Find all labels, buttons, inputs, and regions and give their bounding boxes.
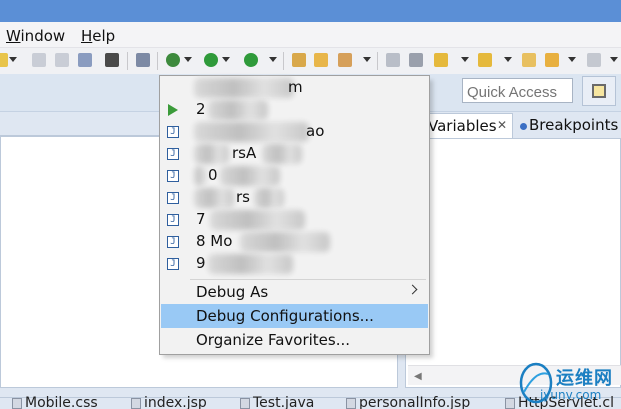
menu-help[interactable]: Help [81, 27, 115, 45]
run-icon[interactable] [204, 53, 218, 67]
external-tools-dropdown-arrow[interactable] [269, 57, 277, 62]
back-icon[interactable] [545, 53, 559, 67]
debug-history-item[interactable]: J 8 Mo [160, 231, 429, 253]
main-toolbar [0, 48, 621, 74]
breakpoint-icon [520, 123, 527, 130]
debug-history-item[interactable]: J ao [160, 121, 429, 143]
css-file-icon [12, 397, 22, 409]
debug-icon[interactable] [166, 53, 180, 67]
junit-icon: J [167, 148, 179, 160]
junit-icon: J [167, 214, 179, 226]
editor-tab[interactable]: personalInfo.jsp [346, 395, 470, 409]
class-file-icon [505, 397, 515, 409]
last-edit-icon[interactable] [522, 53, 536, 67]
debug-history-item[interactable]: J rs [160, 187, 429, 209]
grid-icon[interactable] [105, 53, 119, 67]
debug-history-item[interactable]: J 0 [160, 165, 429, 187]
edit-icon[interactable] [386, 53, 400, 67]
junit-icon: J [167, 192, 179, 204]
next-annotation-dropdown-arrow[interactable] [461, 57, 469, 62]
organize-favorites-menu-item[interactable]: Organize Favorites... [161, 328, 428, 352]
coverage-icon[interactable] [136, 53, 150, 67]
prev-annotation-dropdown-arrow[interactable] [504, 57, 512, 62]
debug-configurations-menu-item[interactable]: Debug Configurations... [161, 304, 428, 328]
forward-dropdown-arrow[interactable] [610, 57, 618, 62]
quick-access-input[interactable] [462, 78, 573, 103]
perspective-icon [592, 84, 606, 98]
debug-history-item[interactable]: m [160, 77, 429, 99]
editor-tab[interactable]: index.jsp [131, 395, 207, 409]
history-icon[interactable] [409, 53, 423, 67]
submenu-arrow-icon [407, 284, 418, 295]
run-dropdown-arrow[interactable] [222, 57, 230, 62]
print-icon[interactable] [78, 53, 92, 67]
variables-view[interactable] [405, 138, 621, 388]
open-perspective-button[interactable] [582, 76, 616, 106]
menu-bar: Window Help [0, 22, 621, 48]
java-file-icon [240, 397, 250, 409]
debug-history-item[interactable]: J 9 [160, 253, 429, 275]
prev-annotation-icon[interactable] [478, 53, 492, 67]
debug-history-item[interactable]: J 7 [160, 209, 429, 231]
debug-dropdown-arrow[interactable] [184, 57, 192, 62]
debug-history-item[interactable]: J rsA [160, 143, 429, 165]
save-icon[interactable] [32, 53, 46, 67]
open-folder-icon[interactable] [314, 53, 328, 67]
jsp-file-icon [346, 397, 356, 409]
junit-icon: J [167, 236, 179, 248]
watermark-url: iyunv.com [540, 388, 602, 402]
menu-window[interactable]: Window [6, 27, 65, 45]
save-all-icon[interactable] [55, 53, 69, 67]
external-tools-icon[interactable] [244, 53, 258, 67]
new-dropdown-arrow[interactable] [9, 57, 17, 62]
next-annotation-icon[interactable] [434, 53, 448, 67]
tab-breakpoints[interactable]: Breakpoints [516, 113, 621, 138]
scroll-left-icon[interactable]: ◀ [414, 371, 422, 382]
debug-dropdown-menu: m 2 J ao J rsA J 0 J rs J 7 J 8 Mo J 9 D… [159, 75, 430, 355]
window-title-bar [0, 0, 621, 22]
new-icon[interactable] [0, 53, 8, 67]
debug-history-item[interactable]: 2 [160, 99, 429, 121]
search-icon[interactable] [338, 53, 352, 67]
editor-tab[interactable]: Test.java [240, 395, 314, 409]
junit-icon: J [167, 258, 179, 270]
junit-icon: J [167, 170, 179, 182]
editor-tab[interactable]: Mobile.css [12, 395, 98, 409]
back-dropdown-arrow[interactable] [568, 57, 576, 62]
close-icon[interactable]: ✕ [497, 118, 507, 132]
java-application-icon [168, 104, 178, 116]
junit-icon: J [167, 126, 179, 138]
forward-icon[interactable] [587, 53, 601, 67]
search-dropdown-arrow[interactable] [363, 57, 371, 62]
jsp-file-icon [131, 397, 141, 409]
new-package-icon[interactable] [292, 53, 306, 67]
debug-as-menu-item[interactable]: Debug As [161, 280, 428, 304]
watermark-title: 运维网 [556, 368, 613, 389]
